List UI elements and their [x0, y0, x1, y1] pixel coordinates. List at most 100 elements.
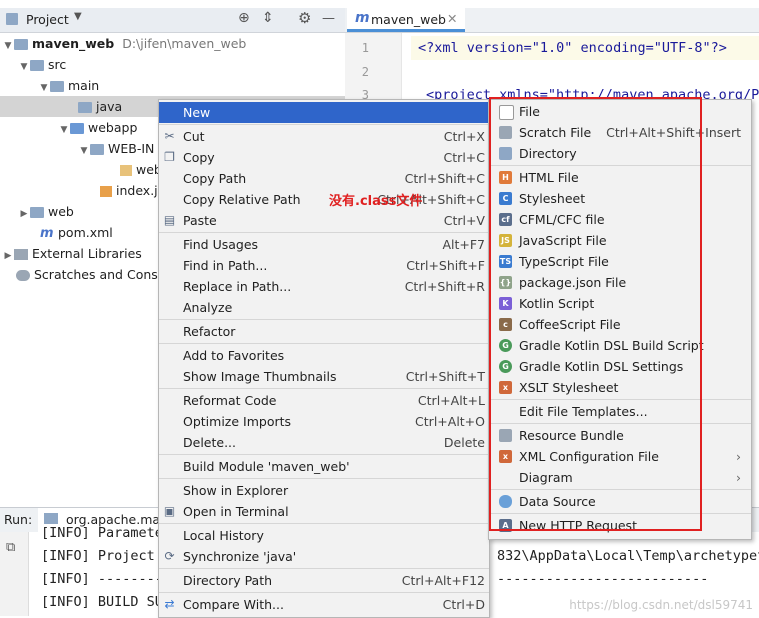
project-icon — [6, 13, 18, 25]
menu-item-paste[interactable]: ▤ Paste Ctrl+V — [159, 210, 489, 231]
console-line: [INFO] -------- — [41, 571, 163, 587]
kotlin-icon: K — [499, 297, 512, 310]
project-title[interactable]: Project — [26, 12, 69, 27]
api-icon: A — [499, 519, 512, 532]
menu-item-open-in-terminal[interactable]: ▣ Open in Terminal — [159, 501, 489, 522]
locate-icon[interactable]: ⊕ — [238, 10, 250, 26]
menu-item-reformat-code[interactable]: Reformat Code Ctrl+Alt+L — [159, 390, 489, 411]
submenu-item-html-file[interactable]: H HTML File — [489, 167, 751, 188]
menu-item-synchronize[interactable]: ⟳ Synchronize 'java' — [159, 546, 489, 567]
menu-item-compare-with[interactable]: ⇄ Compare With... Ctrl+D — [159, 594, 489, 615]
chevron-right-icon: › — [736, 470, 741, 485]
compare-icon: ⇄ — [164, 597, 175, 611]
close-icon[interactable]: ✕ — [447, 11, 457, 26]
scratch-file-icon — [499, 126, 512, 139]
submenu-item-xslt[interactable]: x XSLT Stylesheet — [489, 377, 751, 398]
line-number: 2 — [361, 65, 369, 79]
submenu-item-kotlin-script[interactable]: K Kotlin Script — [489, 293, 751, 314]
file-icon — [499, 105, 514, 120]
menu-item-copy-relative-path[interactable]: Copy Relative Path Ctrl+Alt+Shift+C — [159, 189, 489, 210]
submenu-item-gradle-build[interactable]: G Gradle Kotlin DSL Build Script — [489, 335, 751, 356]
menu-item-show-in-explorer[interactable]: Show in Explorer — [159, 480, 489, 501]
submenu-item-scratch-file[interactable]: Scratch File Ctrl+Alt+Shift+Insert — [489, 122, 751, 143]
console-line-tail: -------------------------- — [497, 571, 709, 587]
tree-item-src[interactable]: ▼ src — [0, 54, 345, 75]
menu-item-show-image-thumbnails[interactable]: Show Image Thumbnails Ctrl+Shift+T — [159, 366, 489, 387]
submenu-item-edit-templates[interactable]: Edit File Templates... — [489, 401, 751, 422]
watermark: https://blog.csdn.net/dsl59741 — [569, 598, 753, 612]
menu-item-refactor[interactable]: Refactor — [159, 321, 489, 342]
gradle-icon: G — [499, 339, 512, 352]
menu-item-local-history[interactable]: Local History — [159, 525, 489, 546]
database-icon — [499, 495, 512, 508]
folder-icon — [90, 144, 104, 155]
scratches-icon — [16, 270, 30, 281]
submenu-item-cfml-file[interactable]: cf CFML/CFC file — [489, 209, 751, 230]
resource-bundle-icon — [499, 429, 512, 442]
submenu-item-http-request[interactable]: A New HTTP Request — [489, 515, 751, 536]
xml-file-icon — [120, 165, 132, 176]
collapse-icon[interactable]: ⇕ — [262, 10, 274, 26]
submenu-item-coffeescript-file[interactable]: c CoffeeScript File — [489, 314, 751, 335]
run-label: Run: — [4, 512, 33, 527]
menu-item-find-usages[interactable]: Find Usages Alt+F7 — [159, 234, 489, 255]
tree-item-maven-web[interactable]: ▼ maven_web D:\jifen\maven_web — [0, 33, 345, 54]
submenu-item-javascript-file[interactable]: JS JavaScript File — [489, 230, 751, 251]
jsp-file-icon — [100, 186, 112, 197]
submenu-item-xml-config[interactable]: x XML Configuration File › — [489, 446, 751, 467]
submenu-item-gradle-settings[interactable]: G Gradle Kotlin DSL Settings — [489, 356, 751, 377]
folder-icon — [78, 102, 92, 113]
menu-item-copy-path[interactable]: Copy Path Ctrl+Shift+C — [159, 168, 489, 189]
submenu-item-directory[interactable]: Directory — [489, 143, 751, 164]
console-line: [INFO] BUILD SU — [41, 594, 163, 610]
minimize-icon[interactable]: — — [322, 11, 335, 26]
submenu-item-resource-bundle[interactable]: Resource Bundle — [489, 425, 751, 446]
console-line-tail: 832\AppData\Local\Temp\archetypet — [497, 548, 759, 564]
css-icon: C — [499, 192, 512, 205]
code-line-1: <?xml version="1.0" encoding="UTF-8"?> — [418, 40, 727, 56]
menu-item-add-to-favorites[interactable]: Add to Favorites — [159, 345, 489, 366]
menu-item-replace-in-path[interactable]: Replace in Path... Ctrl+Shift+R — [159, 276, 489, 297]
menu-item-copy[interactable]: ❐ Copy Ctrl+C — [159, 147, 489, 168]
submenu-item-typescript-file[interactable]: TS TypeScript File — [489, 251, 751, 272]
context-menu: New ✂ Cut Ctrl+X ❐ Copy Ctrl+C Copy Path Ctrl… — [158, 99, 490, 618]
html-icon: H — [499, 171, 512, 184]
menu-item-directory-path[interactable]: Directory Path Ctrl+Alt+F12 — [159, 570, 489, 591]
project-path: D:\jifen\maven_web — [122, 36, 247, 51]
console-line: [INFO] Paramete — [41, 525, 163, 541]
submenu-item-stylesheet[interactable]: C Stylesheet — [489, 188, 751, 209]
gear-icon[interactable]: ⚙ — [298, 9, 311, 27]
menu-item-optimize-imports[interactable]: Optimize Imports Ctrl+Alt+O — [159, 411, 489, 432]
editor-tab[interactable]: m maven_web ✕ — [347, 8, 465, 32]
folder-icon — [50, 81, 64, 92]
cfml-icon: cf — [499, 213, 512, 226]
menu-item-new[interactable]: New — [159, 102, 489, 123]
submenu-item-file[interactable]: File — [489, 101, 751, 122]
submenu-item-data-source[interactable]: Data Source — [489, 491, 751, 512]
folder-icon — [14, 39, 28, 50]
menu-item-analyze[interactable]: Analyze — [159, 297, 489, 318]
submenu-item-diagram[interactable]: Diagram › — [489, 467, 751, 488]
submenu-item-package-json[interactable]: {} package.json File — [489, 272, 751, 293]
terminal-icon: ▣ — [163, 504, 176, 518]
editor-tab-label: maven_web — [371, 12, 446, 27]
package-json-icon: {} — [499, 276, 512, 289]
typescript-icon: TS — [499, 255, 512, 268]
coffeescript-icon: c — [499, 318, 512, 331]
restore-icon[interactable]: ⧉ — [6, 540, 15, 555]
menu-item-cut[interactable]: ✂ Cut Ctrl+X — [159, 126, 489, 147]
tree-item-main[interactable]: ▼ main — [0, 75, 345, 96]
line-number: 1 — [361, 41, 369, 55]
project-toolwindow-header: Project ▼ ⊕ ⇕ ⚙ — — [0, 8, 345, 33]
annotation-text: 没有.class文件 — [329, 194, 423, 209]
folder-icon — [30, 60, 44, 71]
sync-icon: ⟳ — [164, 549, 175, 563]
run-side-toolbar: ⧉ — [0, 532, 29, 616]
chevron-down-icon[interactable]: ▼ — [74, 11, 82, 22]
gradle-icon: G — [499, 360, 512, 373]
run-config-icon — [44, 513, 58, 524]
menu-item-find-in-path[interactable]: Find in Path... Ctrl+Shift+F — [159, 255, 489, 276]
copy-icon: ❐ — [164, 150, 175, 164]
menu-item-delete[interactable]: Delete... Delete — [159, 432, 489, 453]
menu-item-build-module[interactable]: Build Module 'maven_web' — [159, 456, 489, 477]
